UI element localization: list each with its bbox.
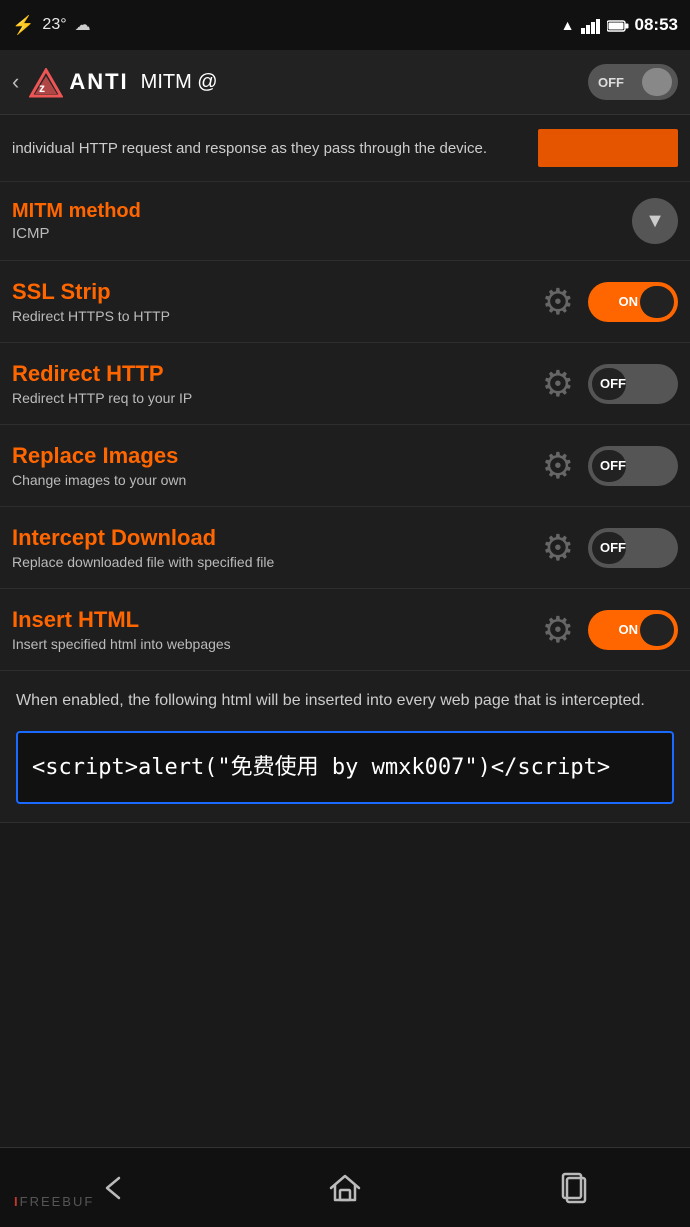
nav-title: MITM @ xyxy=(141,71,588,94)
brand-label: IFREEBUF xyxy=(14,1194,94,1209)
app-logo: z ANTI xyxy=(29,66,128,98)
ssl-strip-title: SSL Strip xyxy=(12,279,542,305)
home-nav-button[interactable] xyxy=(230,1148,460,1227)
signal-icon xyxy=(581,16,601,33)
intercept-download-subtitle: Replace downloaded file with specified f… xyxy=(12,554,542,570)
html-description: When enabled, the following html will be… xyxy=(16,689,674,713)
back-nav-button[interactable] xyxy=(0,1148,230,1227)
intercept-download-title: Intercept Download xyxy=(12,525,542,551)
insert-html-toggle-label: ON xyxy=(619,622,639,637)
insert-html-actions: ⚙ ON xyxy=(542,609,678,651)
insert-html-toggle[interactable]: ON xyxy=(588,610,678,650)
mitm-method-info: MITM method ICMP xyxy=(12,200,141,242)
replace-images-info: Replace Images Change images to your own xyxy=(12,443,542,488)
description-text: individual HTTP request and response as … xyxy=(12,138,526,159)
insert-html-title: Insert HTML xyxy=(12,607,542,633)
status-right: ▲ 08:53 xyxy=(561,15,678,35)
redirect-http-gear-icon[interactable]: ⚙ xyxy=(542,363,574,405)
nav-bar: ‹ z ANTI MITM @ OFF xyxy=(0,50,690,115)
main-toggle-label: OFF xyxy=(598,75,624,90)
replace-images-subtitle: Change images to your own xyxy=(12,472,542,488)
description-row: individual HTTP request and response as … xyxy=(0,115,690,182)
status-left: ⚡ 23° ☁ xyxy=(12,15,91,36)
redirect-http-toggle-label: OFF xyxy=(600,376,626,391)
ssl-strip-toggle-label: ON xyxy=(619,294,639,309)
insert-html-gear-icon[interactable]: ⚙ xyxy=(542,609,574,651)
redirect-http-subtitle: Redirect HTTP req to your IP xyxy=(12,390,542,406)
bottom-nav: IFREEBUF xyxy=(0,1147,690,1227)
ssl-strip-actions: ⚙ ON xyxy=(542,281,678,323)
battery-icon xyxy=(607,17,629,33)
recents-nav-icon xyxy=(557,1170,593,1206)
mitm-method-value: ICMP xyxy=(12,225,141,242)
insert-html-row: Insert HTML Insert specified html into w… xyxy=(0,589,690,671)
mitm-method-title: MITM method xyxy=(12,200,141,223)
orange-indicator xyxy=(538,129,678,167)
logo-icon: z xyxy=(29,66,63,98)
intercept-download-toggle-label: OFF xyxy=(600,540,626,555)
home-nav-icon xyxy=(327,1170,363,1206)
intercept-download-actions: ⚙ OFF xyxy=(542,527,678,569)
mitm-method-row: MITM method ICMP ▼ xyxy=(0,182,690,261)
temperature: 23° xyxy=(42,16,66,34)
main-toggle-knob xyxy=(642,68,672,96)
redirect-http-info: Redirect HTTP Redirect HTTP req to your … xyxy=(12,361,542,406)
ssl-strip-subtitle: Redirect HTTPS to HTTP xyxy=(12,308,542,324)
redirect-http-row: Redirect HTTP Redirect HTTP req to your … xyxy=(0,343,690,425)
intercept-download-toggle[interactable]: OFF xyxy=(588,528,678,568)
recents-nav-button[interactable] xyxy=(460,1148,690,1227)
insert-html-info: Insert HTML Insert specified html into w… xyxy=(12,607,542,652)
replace-images-toggle[interactable]: OFF xyxy=(588,446,678,486)
html-code-box[interactable]: <script>alert("免费使用 by wmxk007")</script… xyxy=(16,731,674,804)
redirect-http-actions: ⚙ OFF xyxy=(542,363,678,405)
back-button[interactable]: ‹ xyxy=(12,69,19,95)
ssl-strip-row: SSL Strip Redirect HTTPS to HTTP ⚙ ON xyxy=(0,261,690,343)
status-bar: ⚡ 23° ☁ ▲ 08:53 xyxy=(0,0,690,50)
intercept-download-gear-icon[interactable]: ⚙ xyxy=(542,527,574,569)
replace-images-row: Replace Images Change images to your own… xyxy=(0,425,690,507)
replace-images-toggle-label: OFF xyxy=(600,458,626,473)
ssl-strip-toggle[interactable]: ON xyxy=(588,282,678,322)
html-code-content: <script>alert("免费使用 by wmxk007")</script… xyxy=(32,751,658,784)
replace-images-gear-icon[interactable]: ⚙ xyxy=(542,445,574,487)
ssl-strip-gear-icon[interactable]: ⚙ xyxy=(542,281,574,323)
chevron-down-icon: ▼ xyxy=(645,210,665,233)
intercept-download-row: Intercept Download Replace downloaded fi… xyxy=(0,507,690,589)
ssl-strip-info: SSL Strip Redirect HTTPS to HTTP xyxy=(12,279,542,324)
logo-text: ANTI xyxy=(69,69,128,95)
mitm-method-dropdown[interactable]: ▼ xyxy=(632,198,678,244)
weather-icon: ☁ xyxy=(75,15,91,35)
replace-images-actions: ⚙ OFF xyxy=(542,445,678,487)
wifi-icon: ▲ xyxy=(561,17,575,33)
replace-images-title: Replace Images xyxy=(12,443,542,469)
insert-html-toggle-knob xyxy=(640,614,674,646)
status-time: 08:53 xyxy=(635,15,678,35)
zanti-status-icon: ⚡ xyxy=(12,15,34,36)
redirect-http-title: Redirect HTTP xyxy=(12,361,542,387)
content-area: individual HTTP request and response as … xyxy=(0,115,690,823)
back-nav-icon xyxy=(97,1170,133,1206)
main-toggle[interactable]: OFF xyxy=(588,64,678,100)
intercept-download-info: Intercept Download Replace downloaded fi… xyxy=(12,525,542,570)
redirect-http-toggle[interactable]: OFF xyxy=(588,364,678,404)
html-code-section: When enabled, the following html will be… xyxy=(0,671,690,823)
ssl-strip-toggle-knob xyxy=(640,286,674,318)
insert-html-subtitle: Insert specified html into webpages xyxy=(12,636,542,652)
svg-text:z: z xyxy=(39,81,45,95)
